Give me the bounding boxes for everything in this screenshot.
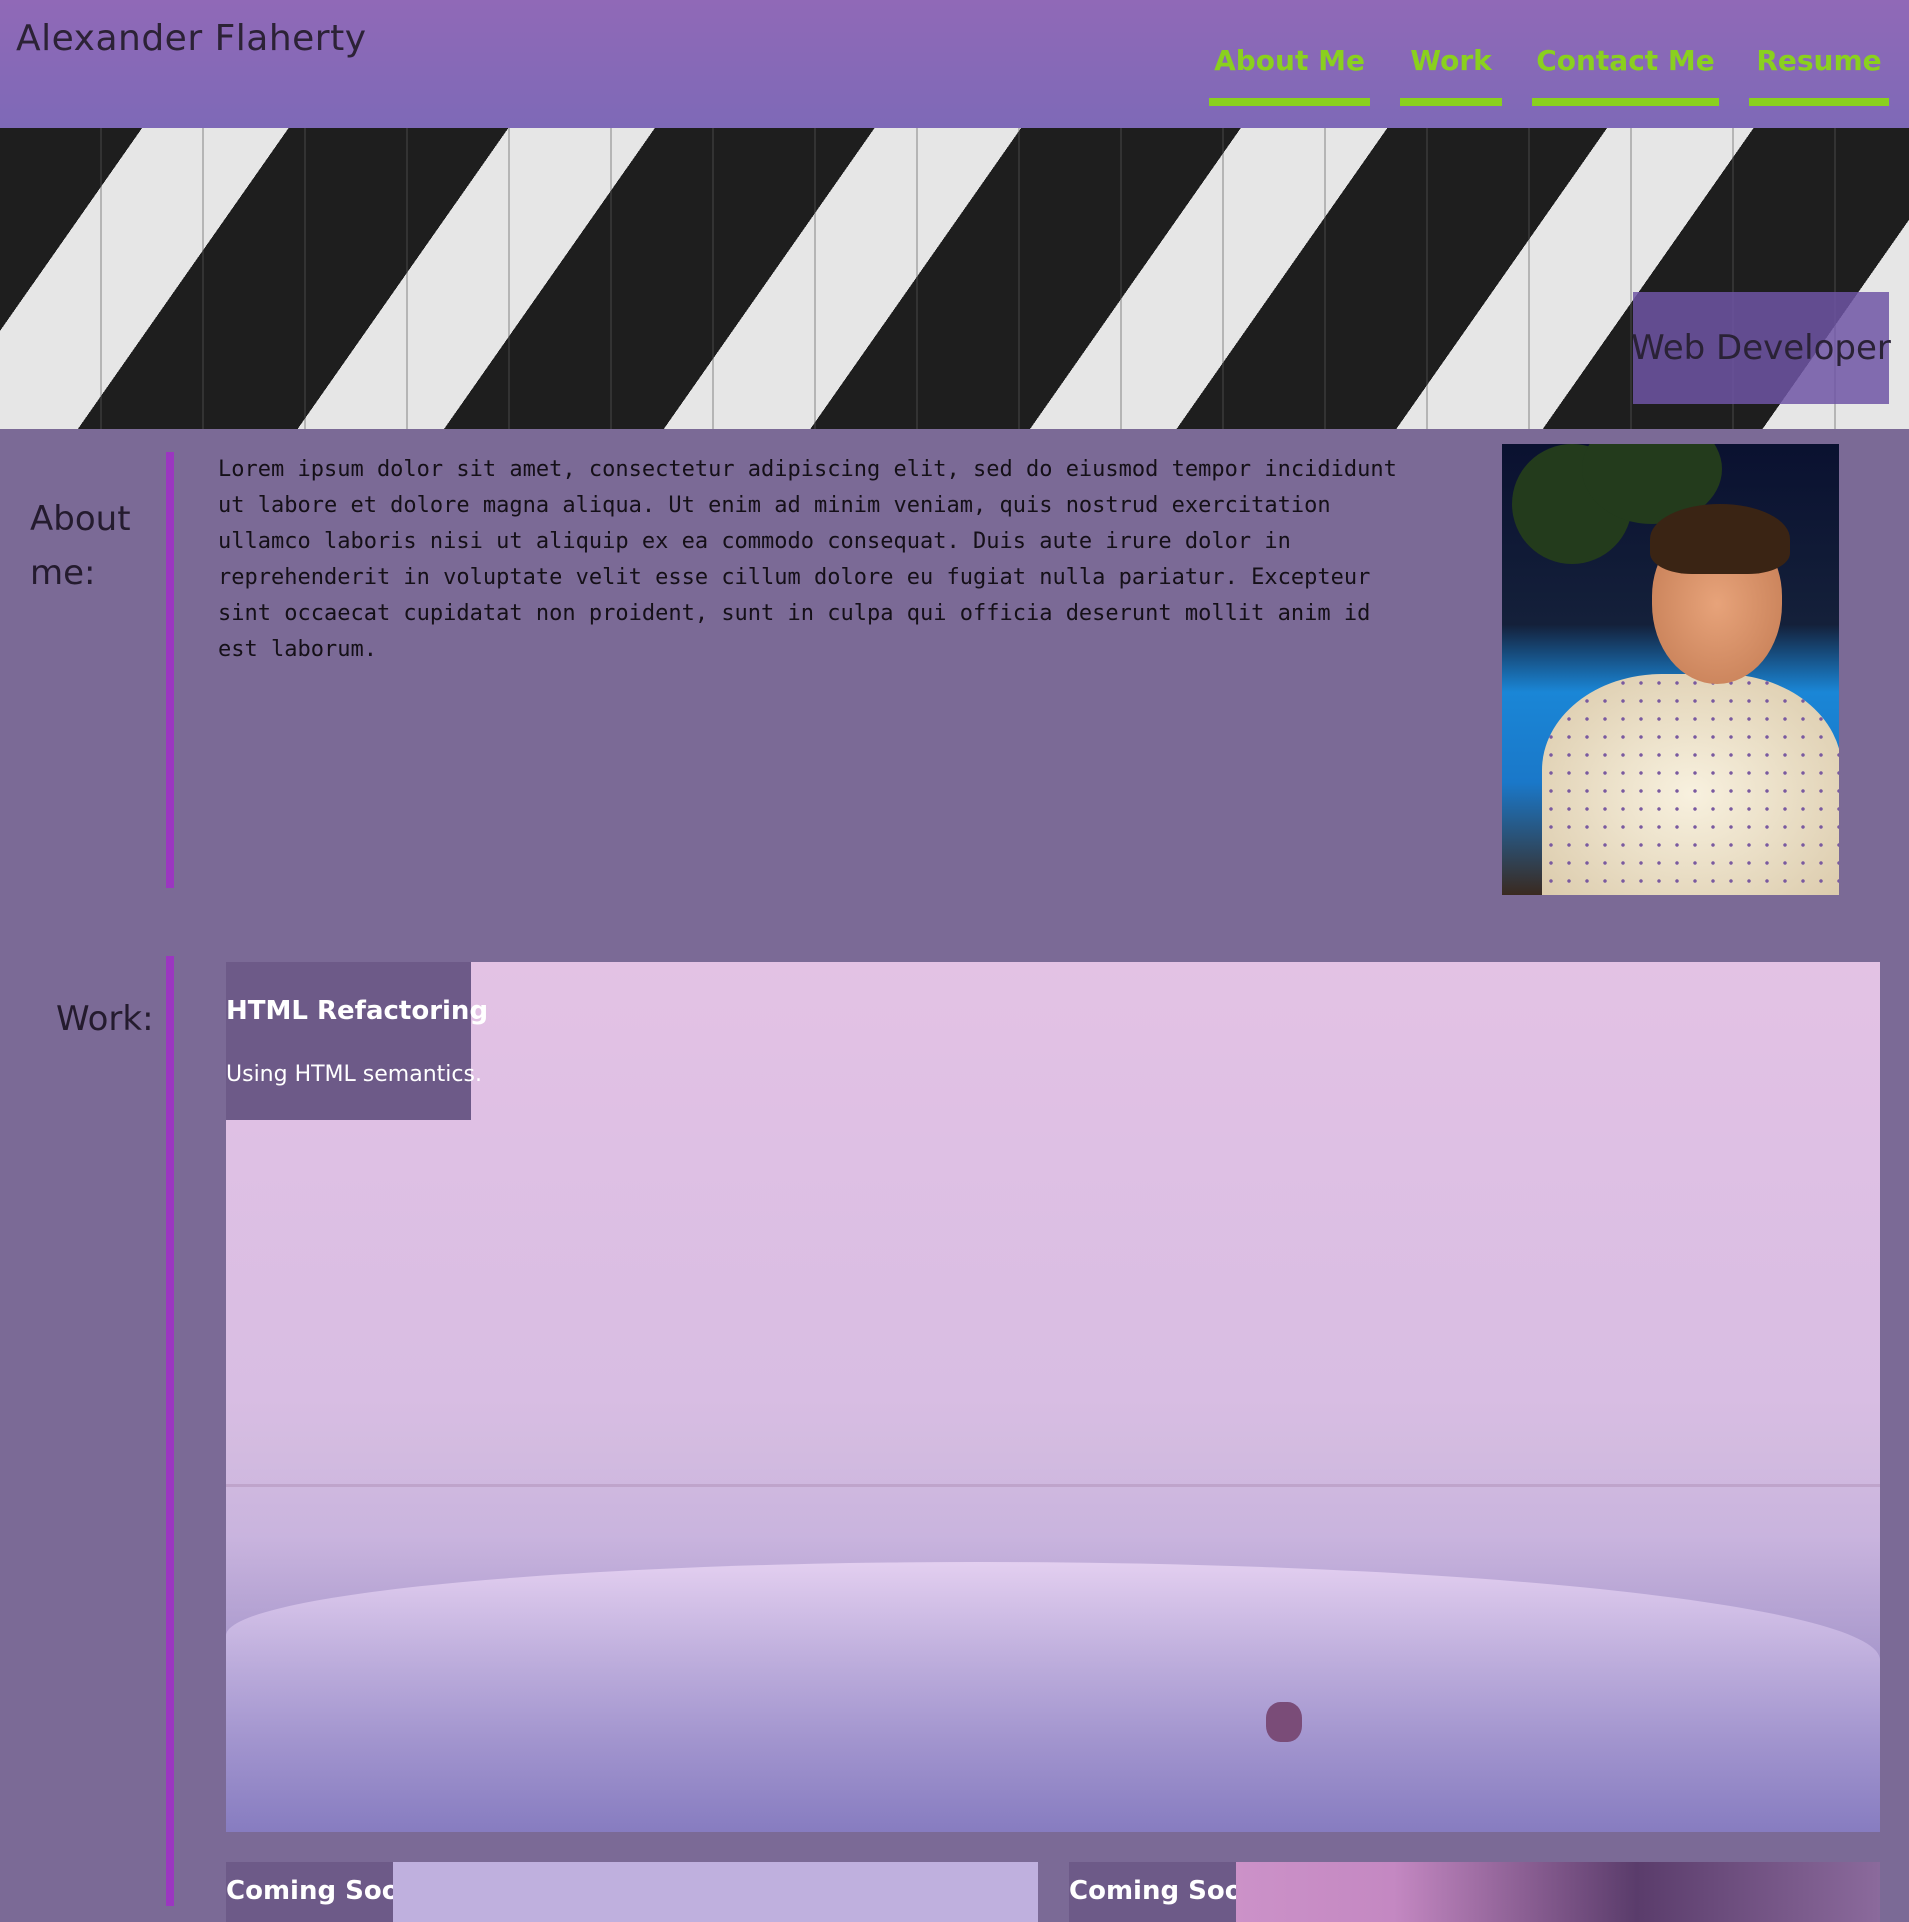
work-divider <box>166 956 174 1906</box>
site-name: Alexander Flaherty <box>16 18 367 59</box>
ocean-wave <box>226 1562 1880 1832</box>
work-featured-label: HTML Refactoring Using HTML semantics. <box>226 962 488 1120</box>
work-featured-card[interactable]: HTML Refactoring Using HTML semantics. <box>226 962 1880 1832</box>
ocean-horizon <box>226 1484 1880 1487</box>
photo-shirt-pattern <box>1542 674 1839 895</box>
profile-photo <box>1502 444 1839 895</box>
about-body: Lorem ipsum dolor sit amet, consectetur … <box>218 457 1397 662</box>
work-featured-description: Using HTML semantics. <box>226 1062 482 1087</box>
work-card-secondary-1-title: Coming Soon <box>226 1862 393 1922</box>
work-card-secondary-2-title: Coming Soon <box>1069 1862 1236 1922</box>
nav-about-me[interactable]: About Me <box>1209 38 1370 106</box>
about-heading-line1: About <box>30 499 131 539</box>
work-featured-title: HTML Refactoring <box>226 996 489 1026</box>
work-card-secondary-2[interactable]: Coming Soon <box>1069 1862 1880 1922</box>
about-heading: About me: <box>30 492 131 600</box>
about-heading-line2: me: <box>30 553 96 593</box>
surfer-figure <box>1266 1702 1302 1742</box>
nav-work[interactable]: Work <box>1400 38 1502 106</box>
work-heading: Work: <box>56 999 154 1039</box>
about-divider <box>166 452 174 888</box>
nav-contact-me[interactable]: Contact Me <box>1532 38 1719 106</box>
site-header: Alexander Flaherty About Me Work Contact… <box>0 0 1909 128</box>
hero-banner: Web Developer <box>0 128 1909 429</box>
nav-resume[interactable]: Resume <box>1749 38 1889 106</box>
hero-tagline: Web Developer <box>1631 292 1891 404</box>
photo-hair <box>1650 504 1790 574</box>
work-card-secondary-1[interactable]: Coming Soon <box>226 1862 1038 1922</box>
